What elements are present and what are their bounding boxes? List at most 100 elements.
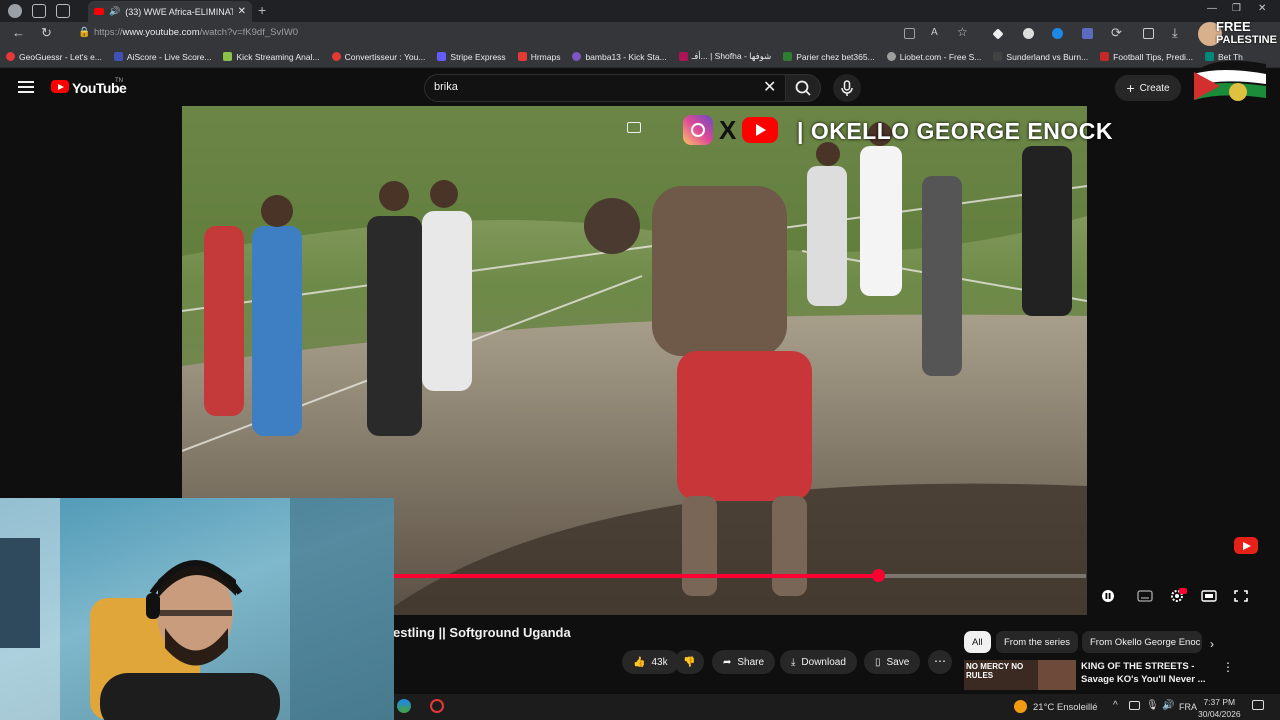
edge-taskbar-icon[interactable] [397,699,411,713]
site-info-icon[interactable]: 🔒 [78,27,90,38]
weather-status[interactable]: 21°C Ensoleillé [1033,702,1098,713]
download-button[interactable]: ⤓ Download [780,650,857,674]
bookmark-favicon-icon [886,52,896,61]
like-button[interactable]: 👍 43k [622,650,679,674]
more-actions-button[interactable]: ⋯ [928,650,952,674]
bookmark-item[interactable]: Stripe Express [431,52,511,62]
share-label: Share [737,656,765,668]
notifications-icon[interactable] [1252,700,1264,710]
bookmark-favicon-icon [1100,52,1110,61]
recommendation-menu-icon[interactable]: ⋮ [1222,660,1234,674]
system-clock[interactable]: 7:37 PM 30/04/2026 [1198,696,1241,720]
menu-icon[interactable] [18,81,34,93]
chips-next-icon[interactable]: › [1210,637,1214,651]
split-screen-icon[interactable] [1143,28,1154,39]
bookmark-item[interactable]: bamba13 - Kick Sta... [566,52,672,62]
share-button[interactable]: ➦ Share [712,650,776,674]
bookmark-icon: ▯ [875,656,881,668]
close-window-icon[interactable]: ✕ [1258,3,1266,14]
maximize-icon[interactable]: ❐ [1232,3,1241,14]
thumbs-down-icon: 👎 [683,656,696,668]
tab-close-icon[interactable]: ✕ [238,6,246,17]
back-icon[interactable]: ← [12,25,25,40]
bookmark-item[interactable]: أفـ... | Shofha - شوفها [673,51,778,62]
search-input[interactable] [424,74,786,102]
bookmark-favicon-icon [993,52,1003,61]
country-code: TN [115,78,123,84]
downloads-icon[interactable]: ⤓ [1172,25,1178,41]
youtube-favicon-icon [94,8,104,15]
bookmark-item[interactable]: Football Tips, Predi... [1094,52,1199,62]
bookmark-favicon-icon [223,52,233,61]
read-aloud-icon[interactable]: A [931,27,938,38]
clear-search-icon[interactable]: ✕ [763,77,776,97]
progress-played [394,574,879,578]
bookmark-item[interactable]: Liobet.com - Free S... [881,52,988,62]
thumbnail-art [1038,660,1076,690]
account-avatar[interactable] [1229,83,1247,101]
app-available-icon[interactable] [904,28,915,39]
chip-from-series[interactable]: From the series [996,631,1078,653]
extension-icon[interactable] [1023,28,1034,39]
create-button[interactable]: + Create [1115,75,1181,101]
search-button[interactable] [785,74,821,102]
fullscreen-icon[interactable] [1233,589,1249,603]
bookmark-item[interactable]: Convertisseur : You... [326,52,432,62]
theater-mode-icon[interactable] [1201,589,1217,603]
save-label: Save [886,656,910,668]
refresh-ext-icon[interactable]: ⟳ [1111,25,1122,41]
search-input-value[interactable]: brika [434,81,458,93]
floating-youtube-icon[interactable] [1234,537,1258,554]
create-label: Create [1139,82,1170,94]
autoplay-toggle-icon[interactable] [1100,589,1116,603]
input-language[interactable]: FRA [1179,702,1197,712]
new-tab-icon[interactable]: + [258,2,266,18]
volume-icon[interactable]: 🔊 [1162,700,1174,711]
tray-chevron-icon[interactable]: ^ [1113,700,1118,711]
bookmark-item[interactable]: Hrmaps [512,52,567,62]
bookmark-favicon-icon [331,52,341,61]
tab-active[interactable]: 🔊 (33) WWE Africa-ELIMINATI ✕ [88,1,252,22]
speaker-icon[interactable]: 🔊 [109,6,120,17]
recommendation-thumbnail[interactable]: NO MERCY NO RULES [964,660,1076,690]
recommendation-title[interactable]: KING OF THE STREETS - Savage KO's You'll… [1081,660,1211,686]
bookmark-item[interactable]: Sunderland vs Burn... [987,52,1094,62]
tab-title: (33) WWE Africa-ELIMINATI [125,6,233,17]
badge-text-line1: FREE [1216,19,1251,34]
favorite-star-icon[interactable]: ☆ [957,25,968,39]
workspaces-icon[interactable] [32,4,46,18]
bookmark-favicon-icon [783,52,793,61]
bookmark-item[interactable]: Kick Streaming Anal... [217,52,325,62]
video-overlay-text: | OKELLO GEORGE ENOCK [797,118,1113,144]
url-field[interactable]: https://www.youtube.com/watch?v=fK9df_Sv… [94,27,298,38]
download-label: Download [801,656,846,668]
video-overlay-socials: X [683,115,779,145]
video-title: estling || Softground Uganda [393,625,571,640]
dislike-button[interactable]: 👎 [674,650,705,674]
reload-icon[interactable]: ↻ [41,25,52,41]
clock-time: 7:37 PM [1203,697,1236,707]
bookmark-favicon-icon [678,52,688,61]
app-taskbar-icon[interactable] [430,699,444,713]
youtube-play-icon [742,117,779,143]
subtitles-icon[interactable] [1137,589,1153,603]
extension-blue-icon[interactable] [1082,28,1093,39]
youtube-logo-icon[interactable] [51,80,69,93]
microphone-icon [841,80,853,96]
x-twitter-icon: X [719,115,737,145]
voice-search-button[interactable] [833,74,861,102]
share-icon: ➦ [723,656,732,668]
chip-all[interactable]: All [964,631,991,653]
extension-shield-icon[interactable] [1052,28,1063,39]
chip-from-channel[interactable]: From Okello George Enoc [1082,631,1202,653]
profile-icon[interactable] [8,4,22,18]
bookmark-item[interactable]: Parier chez bet365... [777,52,880,62]
hd-badge-icon [1179,588,1187,594]
bookmark-item[interactable]: GeoGuessr - Let's e... [0,52,108,62]
tray-app-icon[interactable] [1129,701,1140,710]
save-button[interactable]: ▯ Save [864,650,921,674]
minimize-icon[interactable]: — [1207,3,1217,14]
tab-actions-icon[interactable] [56,4,70,18]
microphone-tray-icon[interactable]: 🎙 [1146,700,1159,711]
bookmark-item[interactable]: AiScore - Live Score... [108,52,218,62]
